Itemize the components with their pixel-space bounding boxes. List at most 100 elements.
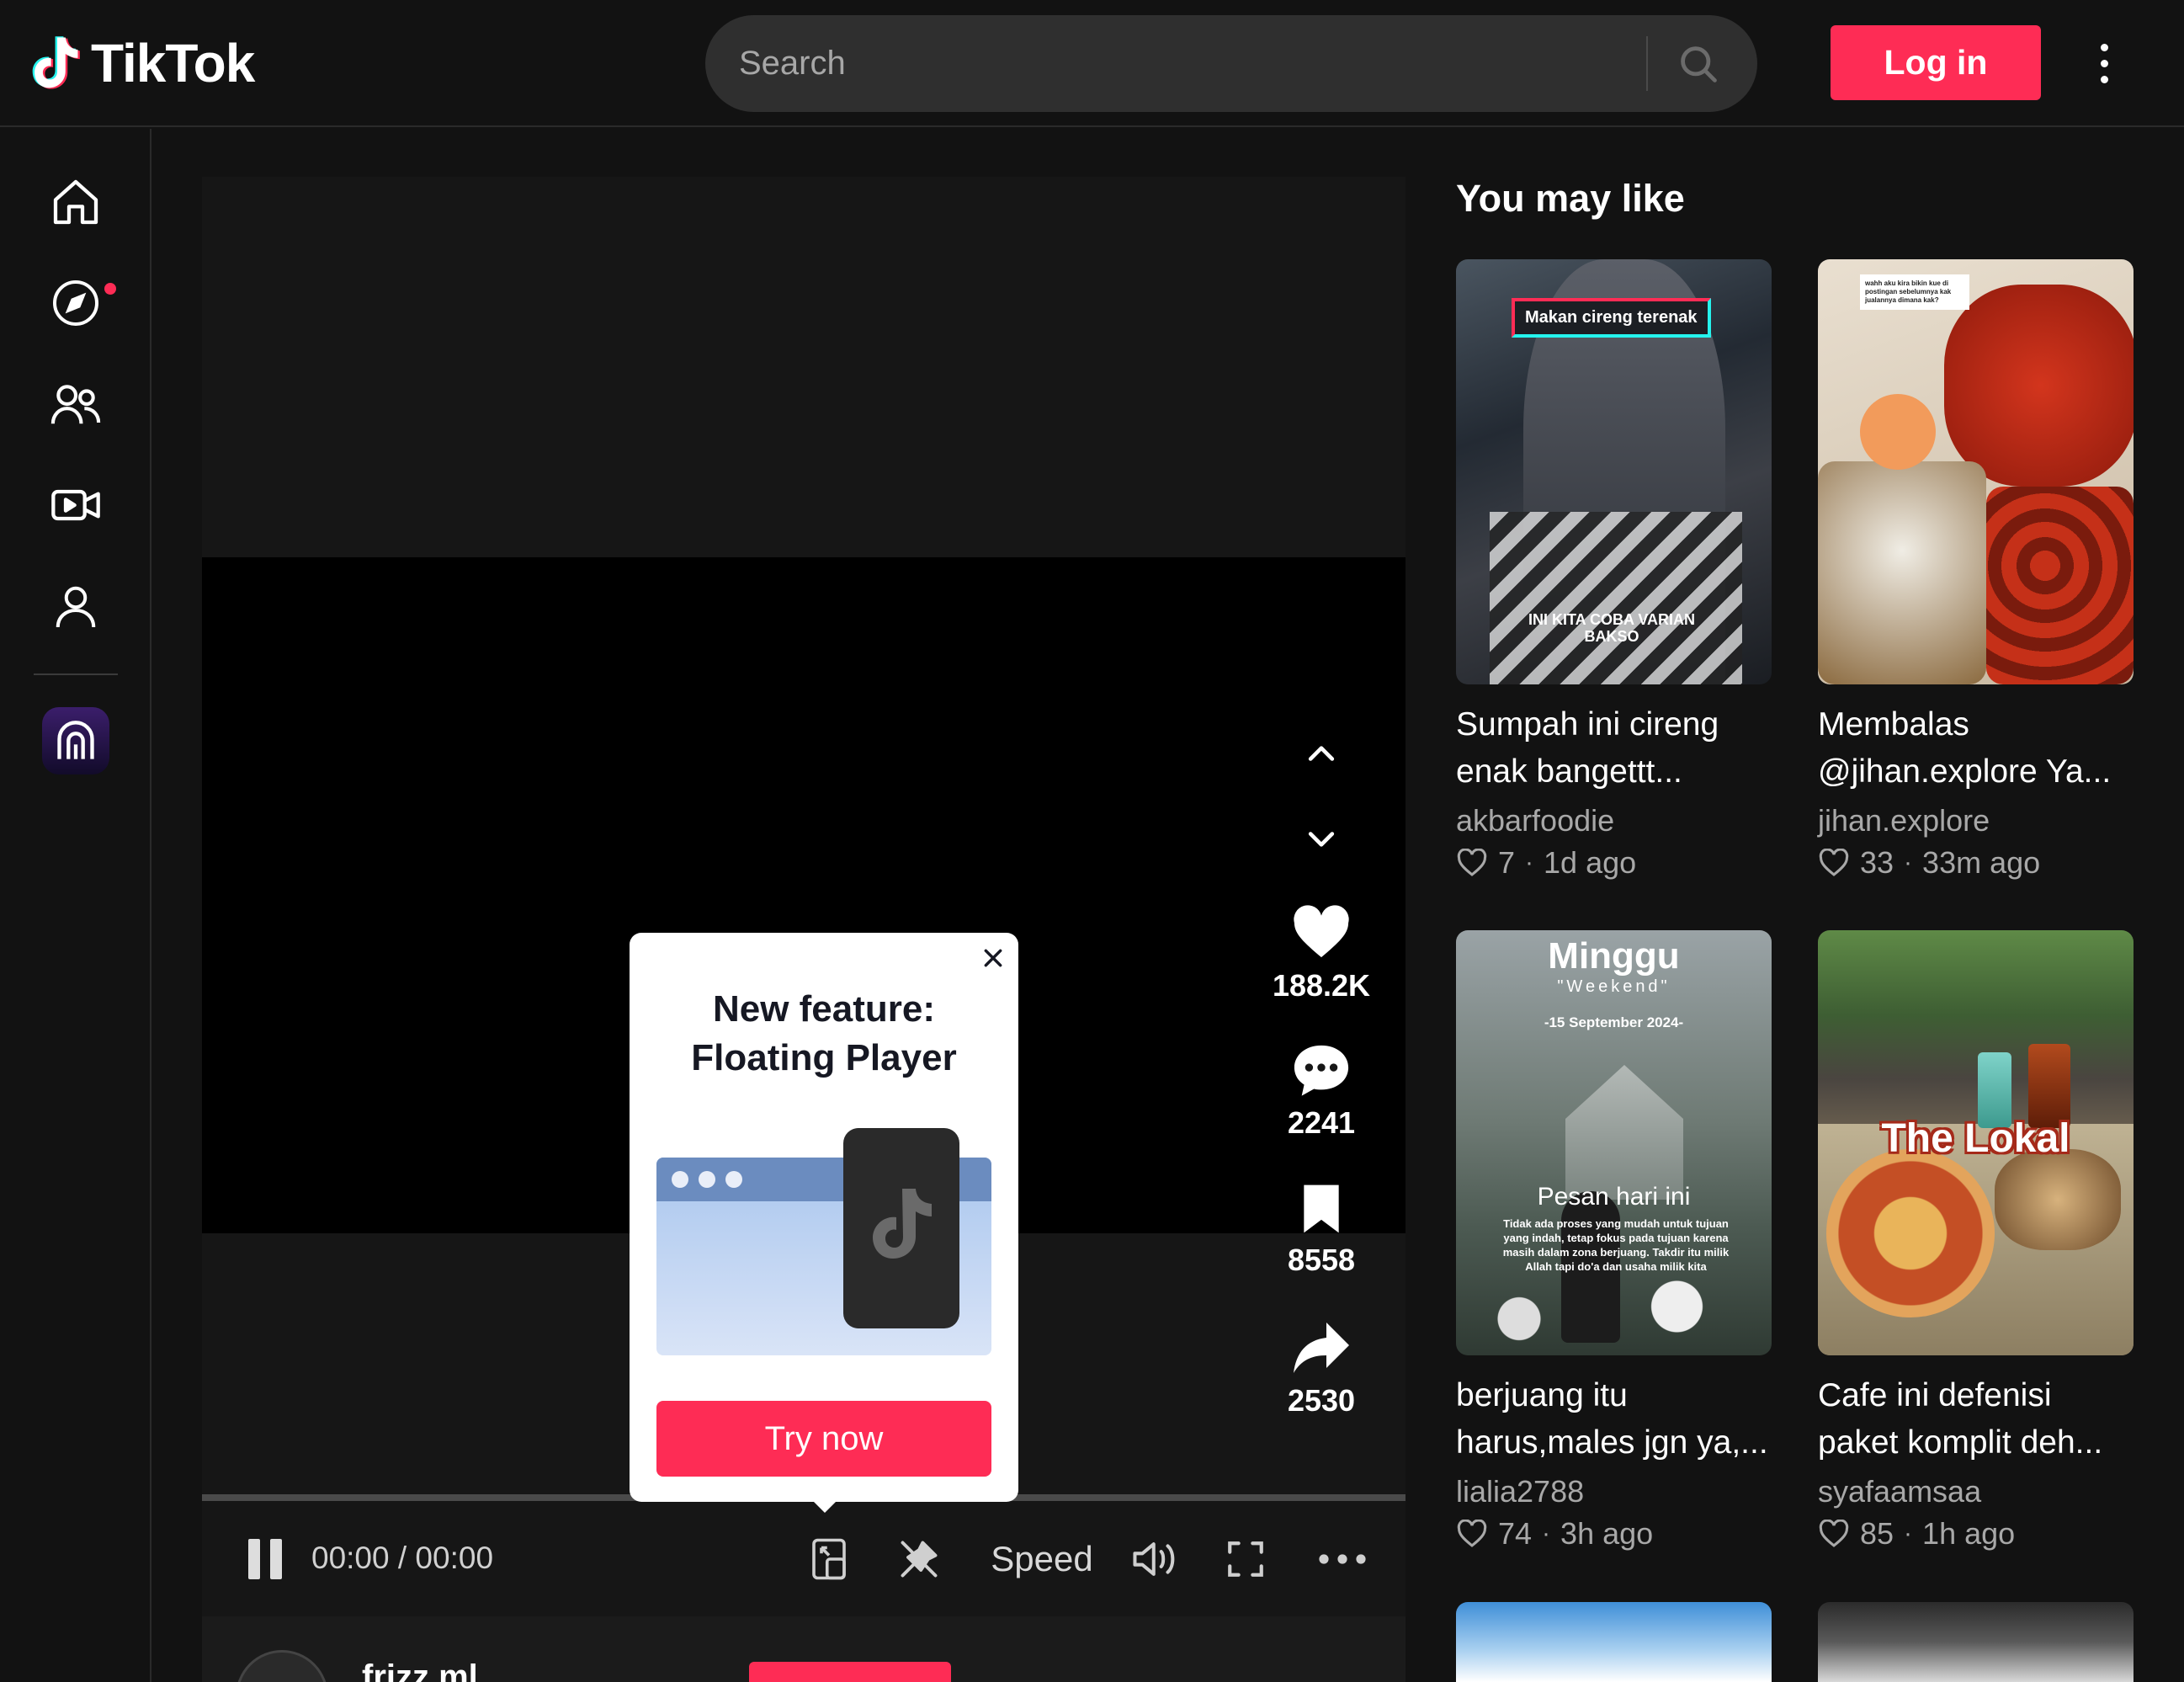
meta-separator: ·	[1904, 849, 1913, 876]
comment-action[interactable]: 2241	[1262, 1042, 1380, 1141]
video-thumbnail[interactable]: Makan cireng terenak INI KITA COBA VARIA…	[1456, 259, 1772, 684]
comment-icon	[1294, 1045, 1349, 1096]
floating-player-button[interactable]	[804, 1534, 854, 1584]
sidebar-item-profile[interactable]	[34, 564, 118, 648]
post-age: 1h ago	[1922, 1516, 2016, 1551]
video-title-line1: Sumpah ini cireng	[1456, 706, 1719, 743]
video-title: Cafe ini defenisi paket komplit deh...	[1818, 1372, 2138, 1466]
search-divider	[1646, 36, 1648, 91]
save-count: 8558	[1287, 1243, 1356, 1277]
comment-count: 2241	[1287, 1105, 1356, 1140]
more-controls-button[interactable]	[1313, 1534, 1372, 1584]
video-title-line1: Cafe ini defenisi	[1818, 1377, 2052, 1413]
heart-outline-icon	[1457, 849, 1487, 876]
video-title: berjuang itu harus,males jgn ya,...	[1456, 1372, 1776, 1466]
volume-icon	[1133, 1542, 1175, 1576]
video-controls-bar: 00:00 / 00:00 Speed	[202, 1515, 1406, 1599]
video-title-line2: enak bangettt...	[1456, 753, 1682, 790]
previous-video-button[interactable]	[1296, 729, 1347, 780]
video-title-line2: harus,males jgn ya,...	[1456, 1424, 1768, 1461]
like-count: 85	[1860, 1516, 1894, 1551]
video-meta: 85 · 1h ago	[1818, 1516, 2015, 1552]
speed-button[interactable]: Speed	[983, 1534, 1101, 1584]
pause-button[interactable]	[248, 1539, 290, 1581]
sidebar-item-live[interactable]	[34, 463, 118, 547]
thumbnail-heading: Pesan hari ini	[1537, 1183, 1691, 1211]
video-author[interactable]: syafaamsaa	[1818, 1474, 1981, 1509]
video-title: Sumpah ini cireng enak bangettt...	[1456, 701, 1776, 796]
fullscreen-icon	[1228, 1541, 1263, 1577]
heart-outline-icon	[1819, 1520, 1849, 1547]
popup-close-button[interactable]	[978, 943, 1008, 973]
more-horizontal-icon	[1319, 1554, 1366, 1564]
share-icon	[1294, 1323, 1349, 1373]
live-studio-button[interactable]	[42, 707, 109, 774]
video-time: 00:00 / 00:00	[311, 1541, 494, 1575]
share-count: 2530	[1287, 1383, 1356, 1418]
tiktok-logo[interactable]: TikTok	[32, 32, 255, 94]
close-icon	[984, 949, 1002, 967]
video-thumbnail[interactable]: Minggu "Weekend" -15 September 2024- Pes…	[1456, 930, 1772, 1355]
video-thumbnail[interactable]: wahh aku kira bikin kue di postingan seb…	[1818, 259, 2134, 684]
popup-title: New feature: Floating Player	[630, 985, 1018, 1083]
video-title-line1: Membalas	[1818, 706, 1969, 743]
heart-outline-icon	[1819, 849, 1849, 876]
video-author[interactable]: lialia2788	[1456, 1474, 1584, 1509]
thumbnail-brand-text: The Lokal	[1881, 1116, 2070, 1161]
chevron-up-icon	[1308, 746, 1335, 761]
floating-player-icon	[812, 1538, 846, 1580]
meta-separator: ·	[1904, 1520, 1913, 1547]
home-icon	[53, 179, 98, 225]
notification-dot	[104, 283, 116, 295]
save-action[interactable]: 8558	[1262, 1183, 1380, 1278]
try-now-button[interactable]: Try now	[656, 1401, 991, 1477]
like-count: 74	[1498, 1516, 1533, 1551]
video-meta: 7 · 1d ago	[1456, 845, 1636, 881]
sidebar-item-explore[interactable]	[34, 261, 118, 345]
post-age: 3h ago	[1560, 1516, 1654, 1551]
thumbnail-body: Tidak ada proses yang mudah untuk tujuan…	[1502, 1217, 1730, 1273]
profile-icon	[56, 586, 96, 628]
sidebar-item-home[interactable]	[34, 160, 118, 244]
login-button[interactable]: Log in	[1831, 25, 2041, 100]
compass-icon	[53, 280, 98, 326]
video-title: Membalas @jihan.explore Ya...	[1818, 701, 2138, 796]
search-input[interactable]	[739, 15, 1665, 112]
video-thumbnail[interactable]	[1456, 1602, 1772, 1682]
like-count: 7	[1498, 845, 1516, 880]
volume-button[interactable]	[1126, 1534, 1185, 1584]
thumbnail-caption-top: Makan cireng terenak	[1512, 298, 1711, 338]
like-action[interactable]: 188.2K	[1262, 905, 1380, 1003]
thumbnail-date: -15 September 2024-	[1544, 1014, 1684, 1030]
video-author[interactable]: jihan.explore	[1818, 803, 1990, 838]
top-header: TikTok Log in	[0, 0, 2184, 127]
pause-bar-icon	[270, 1539, 282, 1579]
pin-button[interactable]	[894, 1534, 944, 1584]
users-icon	[50, 385, 101, 424]
search-button[interactable]	[1665, 32, 1732, 95]
video-title-line1: berjuang itu	[1456, 1377, 1628, 1413]
video-thumbnail[interactable]: The Lokal	[1818, 930, 2134, 1355]
video-author[interactable]: akbarfoodie	[1456, 803, 1614, 838]
fullscreen-button[interactable]	[1220, 1534, 1271, 1584]
thumbnail-caption-bottom: INI KITA COBA VARIAN BAKSO	[1528, 611, 1695, 645]
sidebar-divider	[34, 673, 118, 675]
thumbnail-reply-bubble: wahh aku kira bikin kue di postingan seb…	[1860, 274, 1969, 310]
pause-bar-icon	[248, 1539, 260, 1579]
heart-outline-icon	[1457, 1520, 1487, 1547]
like-count: 188.2K	[1272, 968, 1371, 1003]
floating-player-illustration	[656, 1128, 991, 1355]
author-avatar[interactable]	[236, 1650, 328, 1682]
recommendations-heading: You may like	[1456, 177, 1685, 220]
post-age: 1d ago	[1544, 845, 1637, 880]
follow-button[interactable]	[749, 1662, 951, 1682]
pin-off-icon	[901, 1541, 938, 1578]
video-thumbnail[interactable]	[1818, 1602, 2134, 1682]
more-dot-icon	[2100, 59, 2108, 67]
author-name[interactable]: frizz.ml	[362, 1658, 478, 1682]
share-action[interactable]: 2530	[1262, 1320, 1380, 1419]
meta-separator: ·	[1525, 849, 1534, 876]
next-video-button[interactable]	[1296, 813, 1347, 864]
more-options-button[interactable]	[2087, 34, 2121, 93]
sidebar-item-following[interactable]	[34, 362, 118, 446]
